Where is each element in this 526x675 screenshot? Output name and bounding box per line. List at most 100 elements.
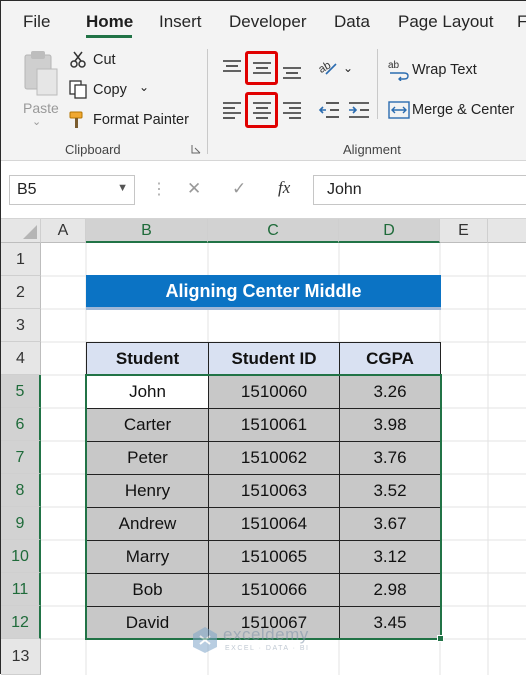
cell-d10[interactable]: 3.12 [339, 540, 441, 574]
watermark-brand: exceldemy [223, 625, 309, 644]
row-header-3[interactable]: 3 [1, 309, 41, 342]
header-student[interactable]: Student [86, 342, 209, 376]
cell-c5[interactable]: 1510060 [208, 375, 340, 409]
cell-d6[interactable]: 3.98 [339, 408, 441, 442]
wrap-text-icon: ab [388, 60, 409, 81]
scissors-icon [70, 51, 86, 68]
cell-c6[interactable]: 1510061 [208, 408, 340, 442]
enter-icon[interactable]: ✓ [232, 179, 246, 199]
tab-formulas-partial[interactable]: F [517, 12, 526, 32]
cancel-icon[interactable]: ✕ [187, 179, 201, 199]
row-header-12[interactable]: 12 [1, 606, 41, 639]
fill-handle[interactable] [437, 635, 444, 642]
middle-align-highlight [245, 51, 278, 85]
tab-file[interactable]: File [23, 12, 50, 32]
row-header-11[interactable]: 11 [1, 573, 41, 606]
formula-bar: B5 ▼ ⋮ ✕ ✓ fx John [1, 161, 526, 219]
exceldemy-logo-icon [193, 627, 217, 653]
merge-center-icon [388, 101, 410, 119]
ribbon-tab-bar: File Home Insert Developer Data Page Lay… [1, 1, 526, 41]
cell-b10[interactable]: Marry [86, 540, 209, 574]
tab-data[interactable]: Data [334, 12, 370, 32]
bottom-align-icon[interactable] [282, 65, 302, 81]
paste-label: Paste [23, 100, 59, 116]
column-header-b[interactable]: B [86, 219, 208, 243]
copy-dropdown-icon[interactable]: ⌄ [139, 80, 149, 94]
cell-d9[interactable]: 3.67 [339, 507, 441, 541]
formula-input-value: John [327, 181, 362, 198]
clipboard-launcher-icon[interactable] [191, 144, 201, 154]
column-header-e[interactable]: E [440, 219, 488, 243]
format-painter-icon [69, 111, 83, 128]
cell-c10[interactable]: 1510065 [208, 540, 340, 574]
row-header-7[interactable]: 7 [1, 441, 41, 474]
orientation-icon[interactable]: ab [318, 58, 340, 78]
row-header-1[interactable]: 1 [1, 243, 41, 276]
format-painter-button[interactable]: Format Painter [93, 112, 189, 128]
cell-d8[interactable]: 3.52 [339, 474, 441, 508]
tab-insert[interactable]: Insert [159, 12, 202, 32]
tab-page-layout[interactable]: Page Layout [398, 12, 493, 32]
cell-b6[interactable]: Carter [86, 408, 209, 442]
paste-button[interactable]: Paste ⌄ [19, 49, 63, 128]
wrap-text-button[interactable]: Wrap Text [412, 62, 477, 78]
row-header-2[interactable]: 2 [1, 276, 41, 309]
row-header-8[interactable]: 8 [1, 474, 41, 507]
cell-b7[interactable]: Peter [86, 441, 209, 475]
cell-c9[interactable]: 1510064 [208, 507, 340, 541]
paste-dropdown-icon[interactable]: ⌄ [32, 115, 41, 128]
cell-d5[interactable]: 3.26 [339, 375, 441, 409]
group-separator [207, 49, 208, 154]
cell-c11[interactable]: 1510066 [208, 573, 340, 607]
row-header-10[interactable]: 10 [1, 540, 41, 573]
tab-home[interactable]: Home [86, 12, 133, 32]
orientation-dropdown-icon[interactable]: ⌄ [343, 61, 353, 75]
row-header-5[interactable]: 5 [1, 375, 41, 408]
svg-text:ab: ab [388, 60, 400, 71]
center-align-highlight [245, 92, 278, 128]
sheet-title[interactable]: Aligning Center Middle [86, 275, 441, 310]
cell-b9[interactable]: Andrew [86, 507, 209, 541]
select-all-corner[interactable] [1, 219, 41, 243]
cell-d12[interactable]: 3.45 [339, 606, 441, 640]
merge-center-button[interactable]: Merge & Center [412, 102, 514, 118]
cell-c8[interactable]: 1510063 [208, 474, 340, 508]
increase-indent-icon[interactable] [348, 101, 370, 119]
alignment-group-label: Alignment [343, 142, 401, 157]
column-header-a[interactable]: A [41, 219, 86, 243]
column-header-f[interactable] [488, 219, 526, 243]
top-align-icon[interactable] [222, 59, 242, 75]
watermark-tagline: EXCEL · DATA · BI [225, 645, 310, 652]
column-header-d[interactable]: D [339, 219, 440, 243]
row-header-13[interactable]: 13 [1, 639, 41, 675]
paste-icon [24, 51, 58, 96]
worksheet-grid: A B C D E 1 2 3 4 5 6 7 8 9 10 11 12 13 … [1, 219, 526, 675]
name-box[interactable]: B5 ▼ [9, 175, 135, 205]
decrease-indent-icon[interactable] [318, 101, 340, 119]
cell-c7[interactable]: 1510062 [208, 441, 340, 475]
cell-d11[interactable]: 2.98 [339, 573, 441, 607]
select-all-icon [23, 225, 37, 239]
cell-b5[interactable]: John [86, 375, 209, 409]
tab-developer[interactable]: Developer [229, 12, 307, 32]
column-header-c[interactable]: C [208, 219, 339, 243]
row-header-6[interactable]: 6 [1, 408, 41, 441]
cell-b11[interactable]: Bob [86, 573, 209, 607]
watermark-logo: exceldemy EXCEL · DATA · BI [191, 624, 341, 660]
name-box-dropdown-icon[interactable]: ▼ [117, 182, 128, 194]
row-header-4[interactable]: 4 [1, 342, 41, 375]
cell-b8[interactable]: Henry [86, 474, 209, 508]
copy-button[interactable]: Copy [93, 82, 127, 98]
clipboard-group-label: Clipboard [65, 142, 121, 157]
align-right-icon[interactable] [282, 101, 302, 119]
cut-button[interactable]: Cut [93, 52, 116, 68]
row-header-9[interactable]: 9 [1, 507, 41, 540]
cell-d7[interactable]: 3.76 [339, 441, 441, 475]
insert-function-icon[interactable]: fx [278, 178, 290, 198]
group-separator [377, 49, 378, 119]
align-left-icon[interactable] [222, 101, 242, 119]
header-student-id[interactable]: Student ID [208, 342, 340, 376]
header-cgpa[interactable]: CGPA [339, 342, 441, 376]
formula-input[interactable]: John [313, 175, 526, 205]
ribbon: Paste ⌄ Cut Copy ⌄ Format Painter Clipbo… [1, 41, 526, 161]
